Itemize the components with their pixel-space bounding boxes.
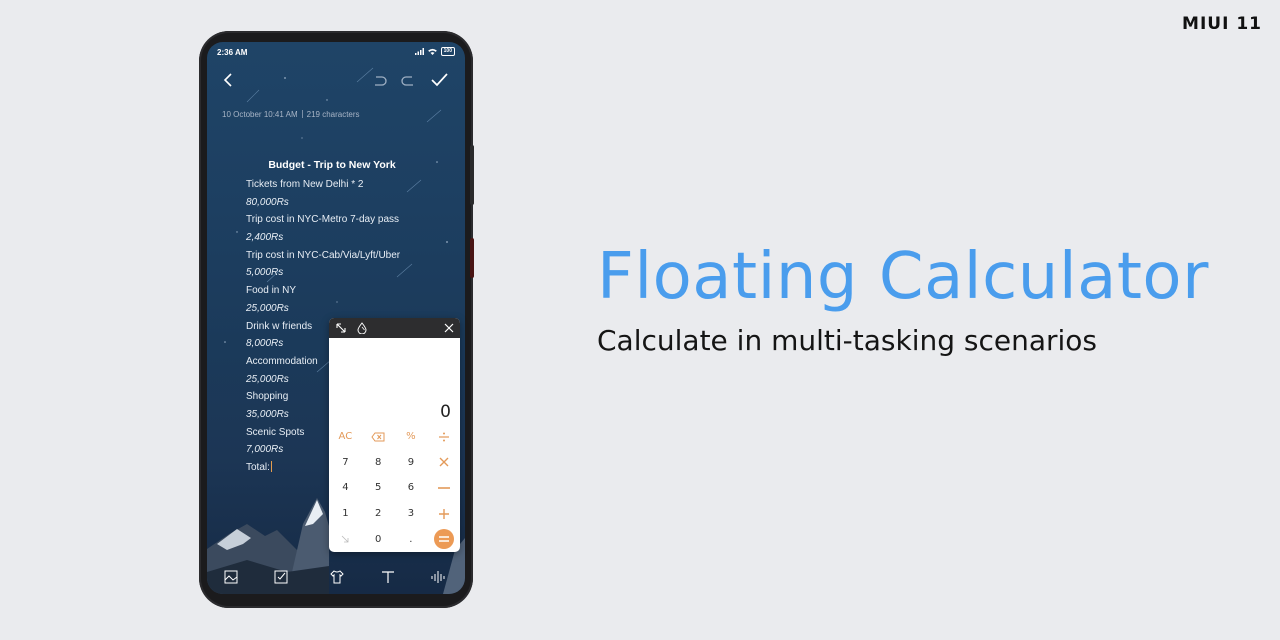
note-date: 10 October — [222, 110, 262, 119]
note-line: Trip cost in NYC-Metro 7-day pass — [246, 214, 400, 226]
digit-2-button[interactable]: 2 — [362, 501, 395, 527]
note-title[interactable]: Budget - Trip to New York — [207, 159, 457, 171]
digit-6-button[interactable]: 6 — [395, 475, 428, 501]
minus-icon — [437, 487, 450, 489]
signal-icon — [414, 48, 424, 55]
opacity-icon[interactable] — [356, 322, 368, 334]
floating-calculator[interactable]: 0 AC % 7 8 9 4 5 6 1 2 3 0 . — [329, 318, 460, 552]
image-icon[interactable] — [224, 570, 238, 584]
checklist-icon[interactable] — [274, 570, 288, 584]
divide-button[interactable] — [427, 424, 460, 450]
digit-9-button[interactable]: 9 — [395, 450, 428, 476]
percent-button[interactable]: % — [395, 424, 428, 450]
multiply-button[interactable] — [427, 450, 460, 476]
note-line: 80,000Rs — [246, 196, 289, 208]
digit-4-button[interactable]: 4 — [329, 475, 362, 501]
minus-button[interactable] — [427, 475, 460, 501]
total-label: Total: — [246, 462, 270, 473]
note-line: Food in NY — [246, 285, 297, 297]
note-char-count: 219 characters — [306, 110, 360, 119]
note-line: Tickets from New Delhi * 2 — [246, 179, 364, 190]
decimal-button[interactable]: . — [395, 526, 428, 552]
text-cursor — [270, 461, 272, 472]
note-meta: 10 October 10:41 AM 219 characters — [222, 110, 360, 119]
text-format-icon[interactable] — [381, 570, 395, 584]
digit-0-button[interactable]: 0 — [362, 526, 395, 552]
digit-7-button[interactable]: 7 — [329, 450, 362, 476]
headline: Floating Calculator — [597, 240, 1209, 314]
backspace-button[interactable] — [362, 424, 395, 450]
digit-3-button[interactable]: 3 — [395, 501, 428, 527]
close-icon[interactable] — [443, 322, 455, 334]
note-line: 25,000Rs — [246, 302, 289, 314]
plus-icon — [438, 508, 449, 519]
note-bottom-toolbar — [207, 558, 465, 594]
redo-icon[interactable] — [401, 73, 417, 89]
note-line: 2,400Rs — [246, 232, 284, 244]
collapse-corner-icon — [342, 535, 349, 543]
check-icon[interactable] — [429, 71, 449, 89]
calculator-header[interactable] — [329, 318, 460, 338]
swap-mode-button[interactable] — [329, 526, 362, 552]
note-line: Trip cost in NYC-Cab/Via/Lyft/Uber — [246, 249, 401, 261]
audio-icon[interactable] — [431, 570, 445, 584]
undo-icon[interactable] — [371, 73, 387, 89]
note-toolbar — [207, 70, 465, 96]
calculator-display: 0 — [329, 338, 460, 424]
equals-icon — [433, 529, 454, 550]
digit-1-button[interactable]: 1 — [329, 501, 362, 527]
multiply-icon — [439, 457, 449, 467]
note-time: 10:41 AM — [263, 110, 298, 119]
back-icon[interactable] — [221, 72, 237, 88]
note-line: 5,000Rs — [246, 267, 284, 279]
power-button — [470, 238, 474, 278]
status-bar: 2:36 AM 100 — [207, 42, 465, 64]
status-time: 2:36 AM — [217, 48, 248, 57]
divide-icon — [438, 432, 449, 442]
expand-icon[interactable] — [335, 322, 347, 334]
volume-button — [470, 145, 474, 205]
calculator-keypad: AC % 7 8 9 4 5 6 1 2 3 0 . — [329, 424, 460, 552]
brand-logo: MIUI 11 — [1182, 14, 1262, 34]
digit-5-button[interactable]: 5 — [362, 475, 395, 501]
theme-shirt-icon[interactable] — [330, 570, 344, 584]
equals-button[interactable] — [427, 526, 460, 552]
calculator-result: 0 — [440, 402, 451, 422]
digit-8-button[interactable]: 8 — [362, 450, 395, 476]
clear-button[interactable]: AC — [329, 424, 362, 450]
wifi-icon — [427, 48, 437, 55]
plus-button[interactable] — [427, 501, 460, 527]
subheadline: Calculate in multi-tasking scenarios — [597, 324, 1098, 357]
backspace-icon — [371, 432, 385, 442]
battery-icon: 100 — [440, 47, 455, 56]
